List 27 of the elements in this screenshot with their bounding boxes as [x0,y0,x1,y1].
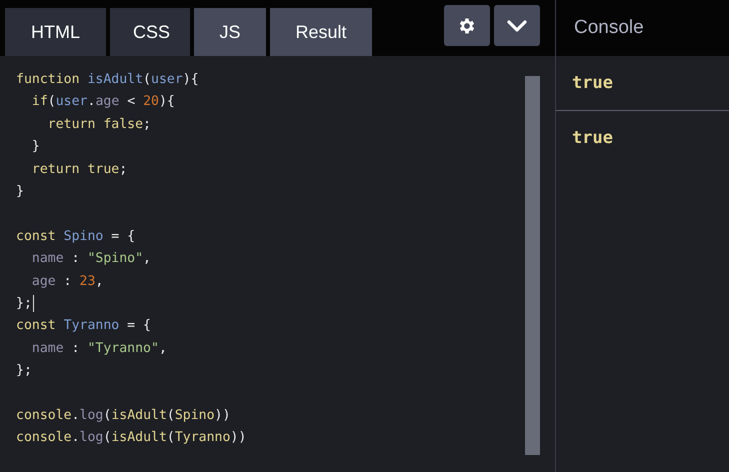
code-line: console.log(isAdult(Tyranno)) [16,429,246,448]
scrollbar-thumb[interactable] [525,76,540,455]
editor-tab[interactable]: JS [194,8,266,56]
code-line: console.log(isAdult(Spino)) [16,406,230,425]
code-line: return true; [30,160,128,179]
editor-tab[interactable]: CSS [110,8,190,56]
code-line: if(user.age < 20){ [30,93,175,112]
editor-tab[interactable]: HTML [5,8,106,56]
code-line: }; [16,294,34,314]
code-line: const Tyranno = { [16,317,151,336]
settings-button[interactable] [444,5,490,46]
dropdown-button[interactable] [494,5,540,46]
code-line: return false; [46,116,151,134]
code-line: const Spino = { [16,228,136,246]
console-title: Console [574,17,644,39]
code-line: } [30,138,40,156]
code-line: name : "Spino", [30,250,151,268]
code-line: name : "Tyranno", [30,340,167,358]
code-line: age : 23, [30,272,104,291]
editor-tab[interactable]: Result [270,8,372,56]
settings-icon [457,16,477,36]
code-line: function isAdult(user){ [16,71,199,89]
code-line: }; [16,362,32,380]
code-line: } [16,182,24,201]
chevron-down-icon [507,20,527,32]
console-output: true [572,73,613,93]
console-output: true [572,128,613,148]
